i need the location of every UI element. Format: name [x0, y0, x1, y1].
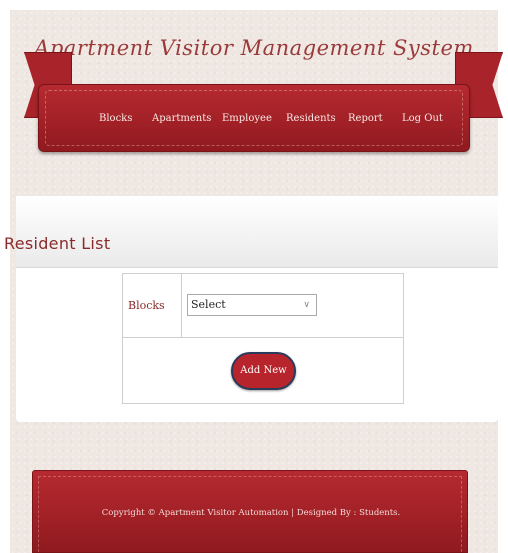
main-navbar: Blocks Apartments Employee Residents Rep… [38, 84, 470, 152]
panel-header [16, 196, 498, 268]
blocks-label: Blocks [128, 299, 165, 312]
blocks-select[interactable]: Select ∨ [187, 294, 317, 316]
nav-item-employee[interactable]: Employee [222, 113, 272, 124]
site-title: Apartment Visitor Management System [34, 36, 474, 60]
blocks-select-value: Select [191, 298, 226, 311]
nav-item-residents[interactable]: Residents [286, 113, 336, 124]
add-new-button[interactable]: Add New [231, 352, 296, 390]
nav-item-apartments[interactable]: Apartments [152, 113, 211, 124]
form-row-blocks: Blocks Select ∨ [123, 274, 403, 338]
footer-copyright: Copyright © Apartment Visitor Automation… [101, 508, 401, 518]
cell-divider [181, 274, 182, 338]
chevron-down-icon: ∨ [303, 300, 310, 310]
nav-item-report[interactable]: Report [348, 113, 383, 124]
page-title: Resident List [4, 234, 111, 253]
nav-item-logout[interactable]: Log Out [402, 113, 443, 124]
footer: Copyright © Apartment Visitor Automation… [32, 470, 468, 553]
nav-item-blocks[interactable]: Blocks [99, 113, 132, 124]
